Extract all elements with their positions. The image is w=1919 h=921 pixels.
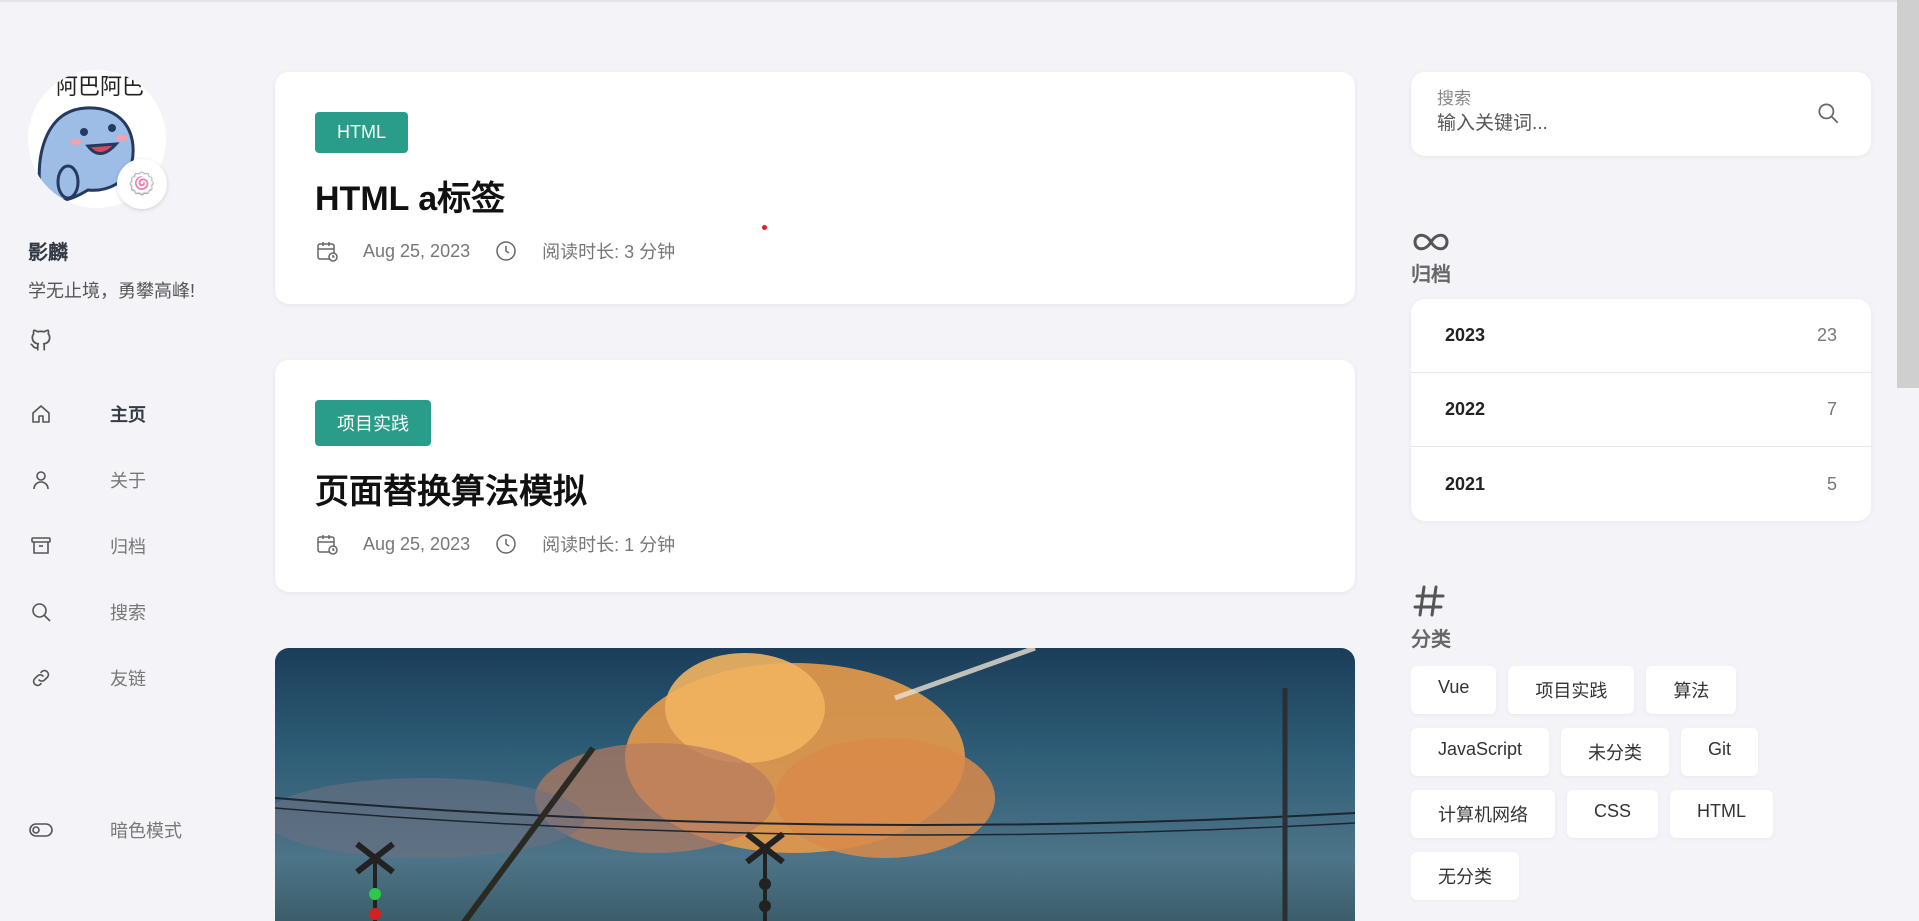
post-reading-time: 阅读时长: 3 分钟 <box>542 242 676 262</box>
archive-year-row[interactable]: 2022 7 <box>1411 373 1871 447</box>
cover-illustration <box>275 648 1355 921</box>
archive-list: 2023 23 2022 7 2021 5 <box>1411 299 1871 521</box>
post-category-tag[interactable]: 项目实践 <box>315 400 431 446</box>
user-icon <box>28 467 54 493</box>
github-link[interactable] <box>28 327 58 357</box>
nav-item-search[interactable]: 搜索 <box>28 579 228 645</box>
author-name: 影麟 <box>28 242 68 264</box>
nav-label-search: 搜索 <box>110 603 146 623</box>
avatar-container: 阿巴阿巴 🍥 <box>28 70 167 209</box>
top-border <box>0 0 1919 2</box>
calendar-icon <box>315 531 341 557</box>
nav-label-about: 关于 <box>110 471 146 491</box>
archive-year-row[interactable]: 2021 5 <box>1411 447 1871 521</box>
hash-icon <box>1411 579 1871 619</box>
link-icon <box>28 665 54 691</box>
post-meta: Aug 25, 2023 阅读时长: 3 分钟 <box>315 238 1315 264</box>
search-label: 搜索 <box>1437 89 1471 108</box>
category-cloud: Vue 项目实践 算法 JavaScript 未分类 Git 计算机网络 CSS… <box>1411 666 1871 900</box>
left-sidebar: 阿巴阿巴 🍥 影麟 学无止境，勇攀高峰! 主页 关于 归档 搜索 友链 暗色模式 <box>28 70 228 870</box>
post-card: 项目实践 页面替换算法模拟 Aug 25, 2023 阅读时长: 1 分钟 <box>275 360 1355 592</box>
archive-count: 5 <box>1826 473 1837 494</box>
nav-item-links[interactable]: 友链 <box>28 645 228 711</box>
post-title[interactable]: 页面替换算法模拟 <box>315 464 1315 513</box>
post-cover-image[interactable] <box>275 648 1355 921</box>
category-tag[interactable]: 未分类 <box>1561 728 1670 776</box>
dark-mode-label: 暗色模式 <box>110 821 182 841</box>
archive-year: 2021 <box>1445 473 1486 494</box>
archive-year: 2023 <box>1445 325 1486 345</box>
search-icon <box>28 599 54 625</box>
category-section-title: 分类 <box>1411 629 1451 651</box>
dark-mode-toggle[interactable]: 暗色模式 <box>28 810 182 850</box>
clock-icon <box>494 238 520 264</box>
author-bio: 学无止境，勇攀高峰! <box>28 281 196 301</box>
post-card: HTML HTML a标签 Aug 25, 2023 阅读时长: 3 分钟 <box>275 72 1355 304</box>
archive-year: 2022 <box>1445 399 1486 419</box>
clock-icon <box>494 531 520 557</box>
scrollbar-thumb[interactable] <box>1897 0 1919 388</box>
post-date: Aug 25, 2023 <box>363 533 471 554</box>
nav-label-home: 主页 <box>110 405 146 425</box>
infinity-icon <box>1411 214 1871 254</box>
nav-item-archive[interactable]: 归档 <box>28 513 228 579</box>
home-icon <box>28 401 54 427</box>
category-tag[interactable]: HTML <box>1670 790 1774 838</box>
post-list: HTML HTML a标签 Aug 25, 2023 阅读时长: 3 分钟 项目… <box>275 72 1355 921</box>
category-tag[interactable]: Vue <box>1411 666 1497 714</box>
nav-item-home[interactable]: 主页 <box>28 381 228 447</box>
cursor-dot <box>762 225 767 230</box>
right-sidebar: 搜索 归档 2023 23 2022 7 2021 5 分类 Vue 项目实践 … <box>1411 72 1871 900</box>
post-title[interactable]: HTML a标签 <box>315 171 1315 220</box>
category-tag[interactable]: JavaScript <box>1411 728 1550 776</box>
avatar-emoji-badge: 🍥 <box>117 159 167 209</box>
avatar-text: 阿巴阿巴 <box>56 75 144 100</box>
category-tag[interactable]: 计算机网络 <box>1411 790 1555 838</box>
nav-item-about[interactable]: 关于 <box>28 447 228 513</box>
category-tag[interactable]: 无分类 <box>1411 852 1519 900</box>
calendar-icon <box>315 238 341 264</box>
main-nav: 主页 关于 归档 搜索 友链 <box>28 381 228 711</box>
toggle-icon <box>28 817 54 843</box>
badge-emoji: 🍥 <box>128 171 156 196</box>
category-tag[interactable]: 算法 <box>1646 666 1737 714</box>
search-icon <box>1818 103 1839 124</box>
category-tag[interactable]: CSS <box>1567 790 1659 838</box>
archive-count: 7 <box>1826 399 1837 419</box>
archive-icon <box>28 533 54 559</box>
post-meta: Aug 25, 2023 阅读时长: 1 分钟 <box>315 531 1315 557</box>
category-tag[interactable]: 项目实践 <box>1508 666 1635 714</box>
archive-section-title: 归档 <box>1411 264 1451 286</box>
search-submit-button[interactable] <box>1815 100 1843 128</box>
post-date: Aug 25, 2023 <box>363 240 471 261</box>
category-tag[interactable]: Git <box>1681 728 1759 776</box>
nav-label-archive: 归档 <box>110 537 146 557</box>
archive-year-row[interactable]: 2023 23 <box>1411 299 1871 373</box>
search-widget: 搜索 <box>1411 72 1871 156</box>
archive-count: 23 <box>1816 325 1837 345</box>
nav-label-links: 友链 <box>110 669 146 689</box>
search-input[interactable] <box>1437 113 1797 135</box>
github-icon <box>30 329 51 351</box>
post-reading-time: 阅读时长: 1 分钟 <box>542 535 676 555</box>
post-category-tag[interactable]: HTML <box>315 112 408 153</box>
